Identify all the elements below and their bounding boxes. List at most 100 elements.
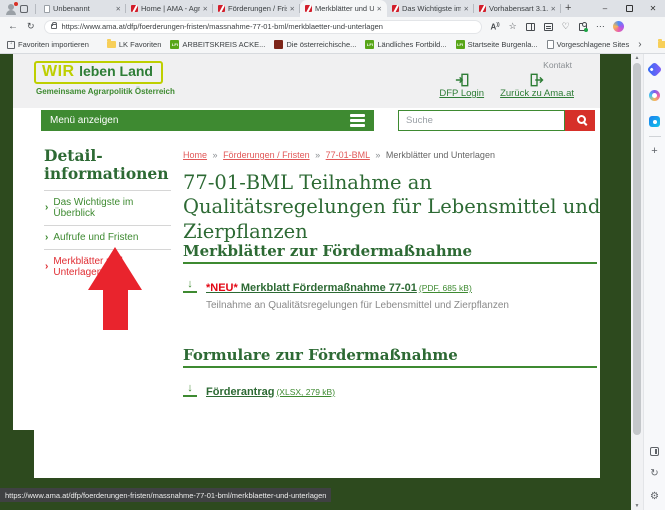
settings-gear-icon[interactable]: ⚙ — [650, 492, 659, 502]
divider — [649, 136, 661, 137]
browser-window: Unbenannt ✕ Home | AMA - Agr ✕ Förderung… — [0, 0, 665, 510]
sidebar-item-aufrufe[interactable]: › Aufrufe und Fristen — [44, 225, 171, 249]
kontakt-link[interactable]: Kontakt — [543, 60, 572, 70]
collections-icon[interactable] — [544, 23, 553, 31]
tab-unbenannt[interactable]: Unbenannt ✕ — [39, 0, 126, 17]
designer-icon[interactable] — [649, 90, 660, 101]
profile-avatar-icon[interactable] — [5, 3, 17, 15]
favorite-arbeitskreis[interactable]: LFI ARBEITSKREIS ACKE... — [170, 40, 265, 49]
sidebar-toggle-icon[interactable] — [650, 447, 659, 456]
page-viewport: WIR leben Land Gemeinsame Agrarpolitik Ö… — [0, 54, 631, 510]
close-tab-icon[interactable]: ✕ — [290, 5, 295, 13]
exit-door-icon — [530, 73, 544, 87]
back-to-ama-label: Zurück zu Ama.at — [500, 88, 574, 99]
breadcrumb-home[interactable]: Home — [183, 150, 207, 160]
site-logo[interactable]: WIR leben Land Gemeinsame Agrarpolitik Ö… — [34, 61, 175, 96]
logo-subtitle: Gemeinsame Agrarpolitik Österreich — [34, 87, 175, 96]
download-item-foerderantrag[interactable]: Förderantrag(XLSX, 279 kB) — [183, 382, 335, 400]
menu-toggle-bar[interactable]: Menü anzeigen — [41, 110, 374, 131]
close-tab-icon[interactable]: ✕ — [464, 5, 469, 13]
scroll-down-arrow[interactable]: ▼ — [631, 503, 643, 509]
favorite-oesterreichische[interactable]: Die österreichische... — [274, 40, 356, 49]
new-tab-button[interactable]: + — [565, 3, 571, 14]
close-tab-icon[interactable]: ✕ — [116, 5, 121, 13]
ama-favicon — [392, 5, 399, 12]
minimize-button[interactable]: – — [593, 0, 617, 17]
tab-merkblaetter-active[interactable]: Merkblätter und U ✕ — [300, 0, 387, 17]
tab-label: Home | AMA - Agr — [141, 4, 200, 13]
workspaces-icon[interactable] — [20, 5, 28, 13]
site-search-button[interactable] — [565, 110, 595, 131]
site-search-input[interactable] — [398, 110, 565, 131]
add-favorite-star-icon[interactable]: ☆ — [509, 22, 517, 31]
refresh-button[interactable]: ↻ — [27, 21, 35, 32]
close-window-button[interactable]: ✕ — [641, 0, 665, 17]
add-sidebar-item-icon[interactable]: + — [651, 146, 657, 157]
tab-vorhabensart[interactable]: Vorhabensart 3.1.1 ✕ — [474, 0, 561, 17]
close-tab-icon[interactable]: ✕ — [203, 5, 208, 13]
import-favorites-button[interactable]: Favoriten importieren — [7, 40, 89, 49]
favorite-label: Startseite Burgenla... — [468, 40, 538, 49]
login-door-icon — [455, 73, 469, 87]
page-scrollbar[interactable]: ▲ ▼ — [631, 54, 643, 510]
favorite-vorgeschlagene[interactable]: Vorgeschlagene Sites — [547, 40, 630, 49]
close-tab-icon[interactable]: ✕ — [377, 5, 382, 13]
download-text: Förderantrag(XLSX, 279 kB) — [206, 382, 335, 400]
breadcrumb-foerderungen[interactable]: Förderungen / Fristen — [223, 150, 310, 160]
download-item-merkblatt[interactable]: *NEU* Merkblatt Fördermaßnahme 77-01(PDF… — [183, 278, 509, 311]
drop-camera-icon[interactable] — [649, 116, 660, 127]
scroll-up-arrow[interactable]: ▲ — [631, 55, 643, 61]
breadcrumb-separator: » — [315, 150, 320, 160]
favorite-burgenland[interactable]: LFI Startseite Burgenla... — [456, 40, 538, 49]
edge-sidebar-bottom: ↻ ⚙ — [650, 447, 659, 502]
back-to-ama-link[interactable]: Zurück zu Ama.at — [500, 73, 574, 99]
favorites-overflow-chevron[interactable]: › — [638, 40, 641, 50]
sidebar-item-ueberblick[interactable]: › Das Wichtigste im Überblick — [44, 190, 171, 225]
ama-favicon — [218, 5, 225, 12]
profile-torso — [6, 10, 16, 15]
scrollbar-thumb[interactable] — [633, 63, 641, 435]
split-screen-icon[interactable] — [526, 23, 535, 31]
maximize-button[interactable] — [617, 0, 641, 17]
separator — [35, 4, 36, 14]
tab-foerderungen[interactable]: Förderungen / Fris ✕ — [213, 0, 300, 17]
annotation-arrow-up — [88, 247, 142, 330]
close-tab-icon[interactable]: ✕ — [551, 5, 556, 13]
favorite-label: ARBEITSKREIS ACKE... — [182, 40, 265, 49]
download-link[interactable]: Förderantrag(XLSX, 279 kB) — [206, 386, 335, 398]
favorite-laendliches[interactable]: LFI Ländliches Fortbild... — [365, 40, 446, 49]
lock-icon[interactable] — [51, 24, 57, 29]
read-aloud-icon[interactable]: A)) — [491, 21, 500, 32]
refresh-circle-icon[interactable]: ↻ — [650, 469, 658, 479]
section-heading-formulare: Formulare zur Fördermaßnahme — [183, 346, 458, 364]
download-link[interactable]: *NEU* Merkblatt Fördermaßnahme 77-01(PDF… — [206, 282, 472, 294]
tab-das-wichtigste[interactable]: Das Wichtigste im ✕ — [387, 0, 474, 17]
breadcrumb-77-01-bml[interactable]: 77-01-BML — [326, 150, 370, 160]
window-controls: – ✕ — [593, 0, 665, 17]
breadcrumb-separator: » — [375, 150, 380, 160]
back-button[interactable]: ← — [8, 21, 18, 32]
page-title: 77-01-BML Teilnahme an Qualitätsregelung… — [183, 171, 611, 244]
lfi-icon: LFI — [456, 40, 465, 49]
more-favorites-folder[interactable]: Weitere Favoriten — [658, 40, 665, 49]
site-header: WIR leben Land Gemeinsame Agrarpolitik Ö… — [13, 54, 600, 108]
folder-icon — [658, 41, 665, 48]
dfp-login-link[interactable]: DFP Login — [439, 73, 484, 99]
download-link-label: Merkblatt Fördermaßnahme 77-01 — [241, 282, 417, 294]
blank-page-icon — [44, 5, 50, 13]
favorites-bar: Favoriten importieren LK Favoriten LFI A… — [0, 36, 665, 54]
chevron-right-icon: › — [45, 261, 48, 272]
section-heading-merkblaetter: Merkblätter zur Fördermaßnahme — [183, 242, 472, 260]
url-text[interactable]: https://www.ama.at/dfp/foerderungen-fris… — [62, 22, 383, 31]
extensions-icon[interactable] — [579, 23, 587, 31]
tab-home-ama[interactable]: Home | AMA - Agr ✕ — [126, 0, 213, 17]
page-icon — [547, 40, 554, 49]
address-bar[interactable]: https://www.ama.at/dfp/foerderungen-fris… — [44, 20, 482, 34]
shopping-tag-icon[interactable] — [647, 62, 663, 78]
copilot-icon[interactable] — [613, 21, 624, 32]
hamburger-icon — [350, 114, 365, 127]
tab-label: Förderungen / Fris — [228, 4, 287, 13]
favorite-lk-favoriten[interactable]: LK Favoriten — [107, 40, 162, 49]
settings-more-icon[interactable]: ⋯ — [596, 22, 605, 31]
browser-essentials-icon[interactable]: ♡ — [562, 22, 570, 31]
